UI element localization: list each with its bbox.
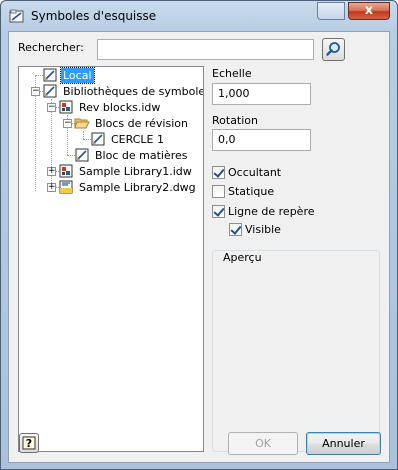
tree-item-label: Blocs de révision — [95, 116, 188, 130]
cancel-button[interactable]: Annuler — [306, 432, 381, 455]
statique-label: Statique — [228, 185, 275, 198]
ok-button[interactable]: OK — [228, 432, 298, 455]
folder-open-icon — [74, 118, 90, 129]
svg-text:?: ? — [26, 437, 32, 450]
rotation-label: Rotation — [212, 114, 259, 127]
scale-input[interactable]: 1,000 — [212, 83, 311, 105]
symbol-tree[interactable]: − − − + + Local Bibliothèques de symbole… — [18, 66, 204, 452]
search-input[interactable] — [97, 39, 314, 60]
tree-item-rev-blocks[interactable]: Rev blocks.idw — [58, 99, 162, 115]
tree-item-cercle-1[interactable]: CERCLE 1 — [90, 131, 166, 147]
tree-item-local[interactable]: Local — [42, 67, 95, 84]
window-title: Symboles d'esquisse — [31, 9, 157, 23]
tree-item-label: Bibliothèques de symboles — [63, 84, 204, 98]
magnifier-icon — [326, 42, 340, 56]
occultant-checkbox[interactable] — [212, 166, 225, 179]
tree-expander[interactable]: + — [47, 183, 56, 192]
tree-expander[interactable]: + — [47, 167, 56, 176]
tree-expander[interactable]: − — [31, 87, 40, 96]
tree-item-label: Sample Library1.idw — [79, 164, 192, 178]
sketch-symbol-icon — [75, 148, 89, 162]
dwg-file-icon — [59, 180, 73, 194]
tree-item-bill-of-materials[interactable]: Bloc de matières — [74, 147, 190, 163]
preview-canvas — [214, 269, 378, 449]
dialog-window: Symboles d'esquisse x Rechercher: − − − … — [0, 0, 398, 470]
drawing-file-icon — [59, 164, 73, 178]
sketch-symbol-icon — [91, 132, 105, 146]
tree-item-label: Rev blocks.idw — [79, 100, 161, 114]
tree-connector — [35, 91, 36, 191]
close-icon: x — [364, 3, 374, 18]
statique-checkbox[interactable] — [212, 185, 225, 198]
preview-label: Aperçu — [221, 251, 264, 264]
tree-item-symbol-libraries[interactable]: Bibliothèques de symboles — [42, 83, 204, 99]
search-label: Rechercher: — [18, 41, 84, 54]
visible-checkbox[interactable] — [229, 223, 242, 236]
occultant-label: Occultant — [228, 166, 282, 179]
tree-item-label: Local — [60, 67, 95, 84]
dialog-client-area: Rechercher: − − − + + Local Bibliothèque… — [8, 31, 390, 463]
preview-group: Aperçu — [212, 250, 380, 452]
scale-label: Echelle — [212, 67, 252, 80]
help-icon: ? — [22, 436, 36, 450]
visible-label: Visible — [245, 223, 281, 236]
tree-item-label: Bloc de matières — [95, 148, 188, 162]
tree-expander[interactable]: − — [63, 119, 72, 128]
tree-item-label: Sample Library2.dwg — [79, 180, 196, 194]
tree-expander[interactable]: − — [47, 103, 56, 112]
tree-item-sample-library2[interactable]: Sample Library2.dwg — [58, 179, 198, 195]
tree-item-revision-blocks[interactable]: Blocs de révision — [74, 115, 190, 131]
sketch-symbol-icon — [43, 84, 57, 98]
help-button[interactable]: ? — [19, 433, 39, 453]
minimize-button[interactable] — [317, 2, 345, 20]
sketch-symbol-app-icon — [9, 9, 24, 23]
tree-item-label: CERCLE 1 — [111, 132, 164, 146]
sketch-symbol-icon — [43, 68, 57, 82]
drawing-file-icon — [59, 100, 73, 114]
leader-line-label: Ligne de repère — [228, 205, 315, 218]
title-bar[interactable]: Symboles d'esquisse x — [1, 1, 397, 31]
tree-connector — [83, 131, 84, 139]
leader-line-checkbox[interactable] — [212, 205, 225, 218]
search-button[interactable] — [322, 38, 345, 61]
close-button[interactable]: x — [348, 2, 390, 20]
tree-item-sample-library1[interactable]: Sample Library1.idw — [58, 163, 194, 179]
rotation-input[interactable]: 0,0 — [212, 129, 311, 151]
